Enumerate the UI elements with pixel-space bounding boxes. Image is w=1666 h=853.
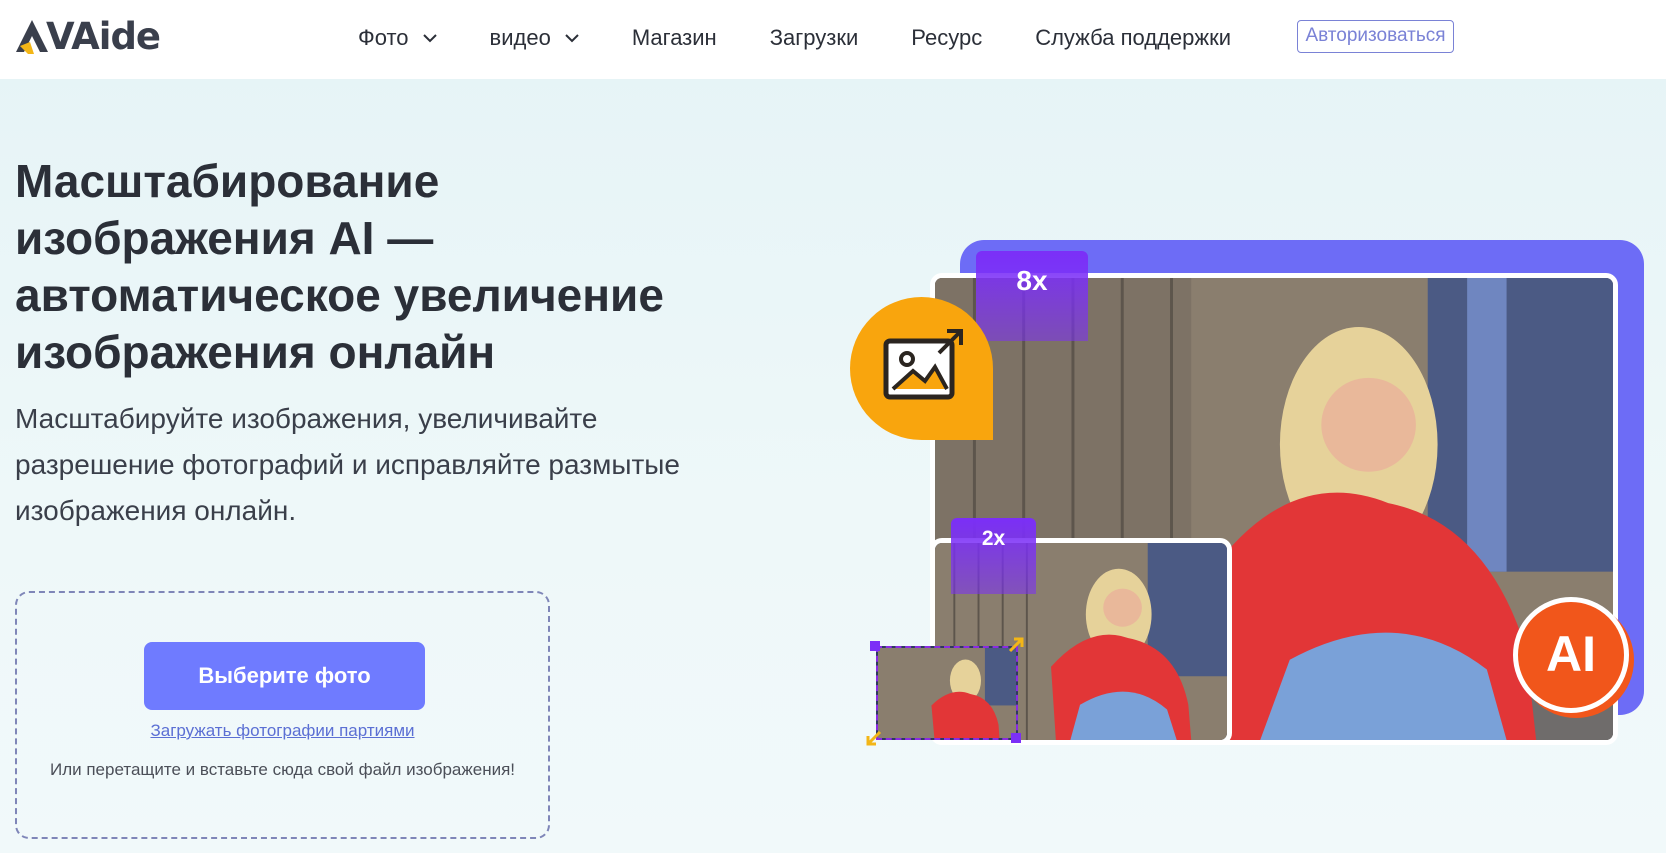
ai-badge: AI	[1513, 597, 1629, 713]
nav-item-photo-label: Фото	[358, 25, 409, 50]
nav-item-store-label: Магазин	[631, 25, 717, 50]
selection-handle	[1011, 733, 1021, 743]
nav-item-video[interactable]: видео	[490, 25, 579, 51]
logo-text: VAide	[46, 14, 161, 58]
chevron-down-icon	[422, 33, 437, 42]
nav-item-support[interactable]: Служба поддержки	[1035, 25, 1231, 51]
expand-arrow-icon	[1008, 637, 1024, 653]
login-button[interactable]: Авторизоваться	[1297, 20, 1454, 53]
site-header: VAide Фото видео Магазин Загрузки Ресурс…	[0, 0, 1666, 79]
badge-8x: 8x	[976, 251, 1088, 341]
batch-upload-link[interactable]: Загружать фотографии партиями	[17, 721, 548, 741]
nav-item-resource-label: Ресурс	[911, 25, 983, 50]
main-nav: Фото видео Магазин Загрузки Ресурс Служб…	[358, 21, 1231, 55]
upload-dropzone[interactable]: Выберите фото Загружать фотографии парти…	[15, 591, 550, 839]
page-subtitle: Масштабируйте изображения, увеличивайте …	[15, 403, 680, 526]
chevron-down-icon	[565, 33, 579, 42]
nav-item-resource[interactable]: Ресурс	[911, 25, 982, 51]
photo-original	[876, 646, 1018, 740]
expand-arrow-icon	[866, 730, 882, 746]
logo-icon	[14, 16, 50, 56]
drop-hint-text: Или перетащите и вставьте сюда свой файл…	[49, 760, 516, 779]
nav-item-support-label: Служба поддержки	[1035, 25, 1232, 50]
choose-photo-button[interactable]: Выберите фото	[144, 642, 425, 710]
page-title: Масштабирование изображения AI — автомат…	[15, 155, 664, 378]
nav-item-downloads[interactable]: Загрузки	[770, 25, 859, 51]
image-upscale-icon	[883, 329, 963, 400]
nav-item-photo[interactable]: Фото	[358, 25, 437, 51]
aiseesoft-logo[interactable]: VAide	[14, 14, 161, 58]
nav-item-store[interactable]: Магазин	[632, 25, 717, 51]
image-upscale-badge	[850, 297, 993, 440]
nav-item-video-label: видео	[489, 25, 551, 50]
nav-item-downloads-label: Загрузки	[769, 25, 859, 50]
selection-handle	[870, 641, 880, 651]
badge-2x: 2x	[951, 518, 1036, 594]
